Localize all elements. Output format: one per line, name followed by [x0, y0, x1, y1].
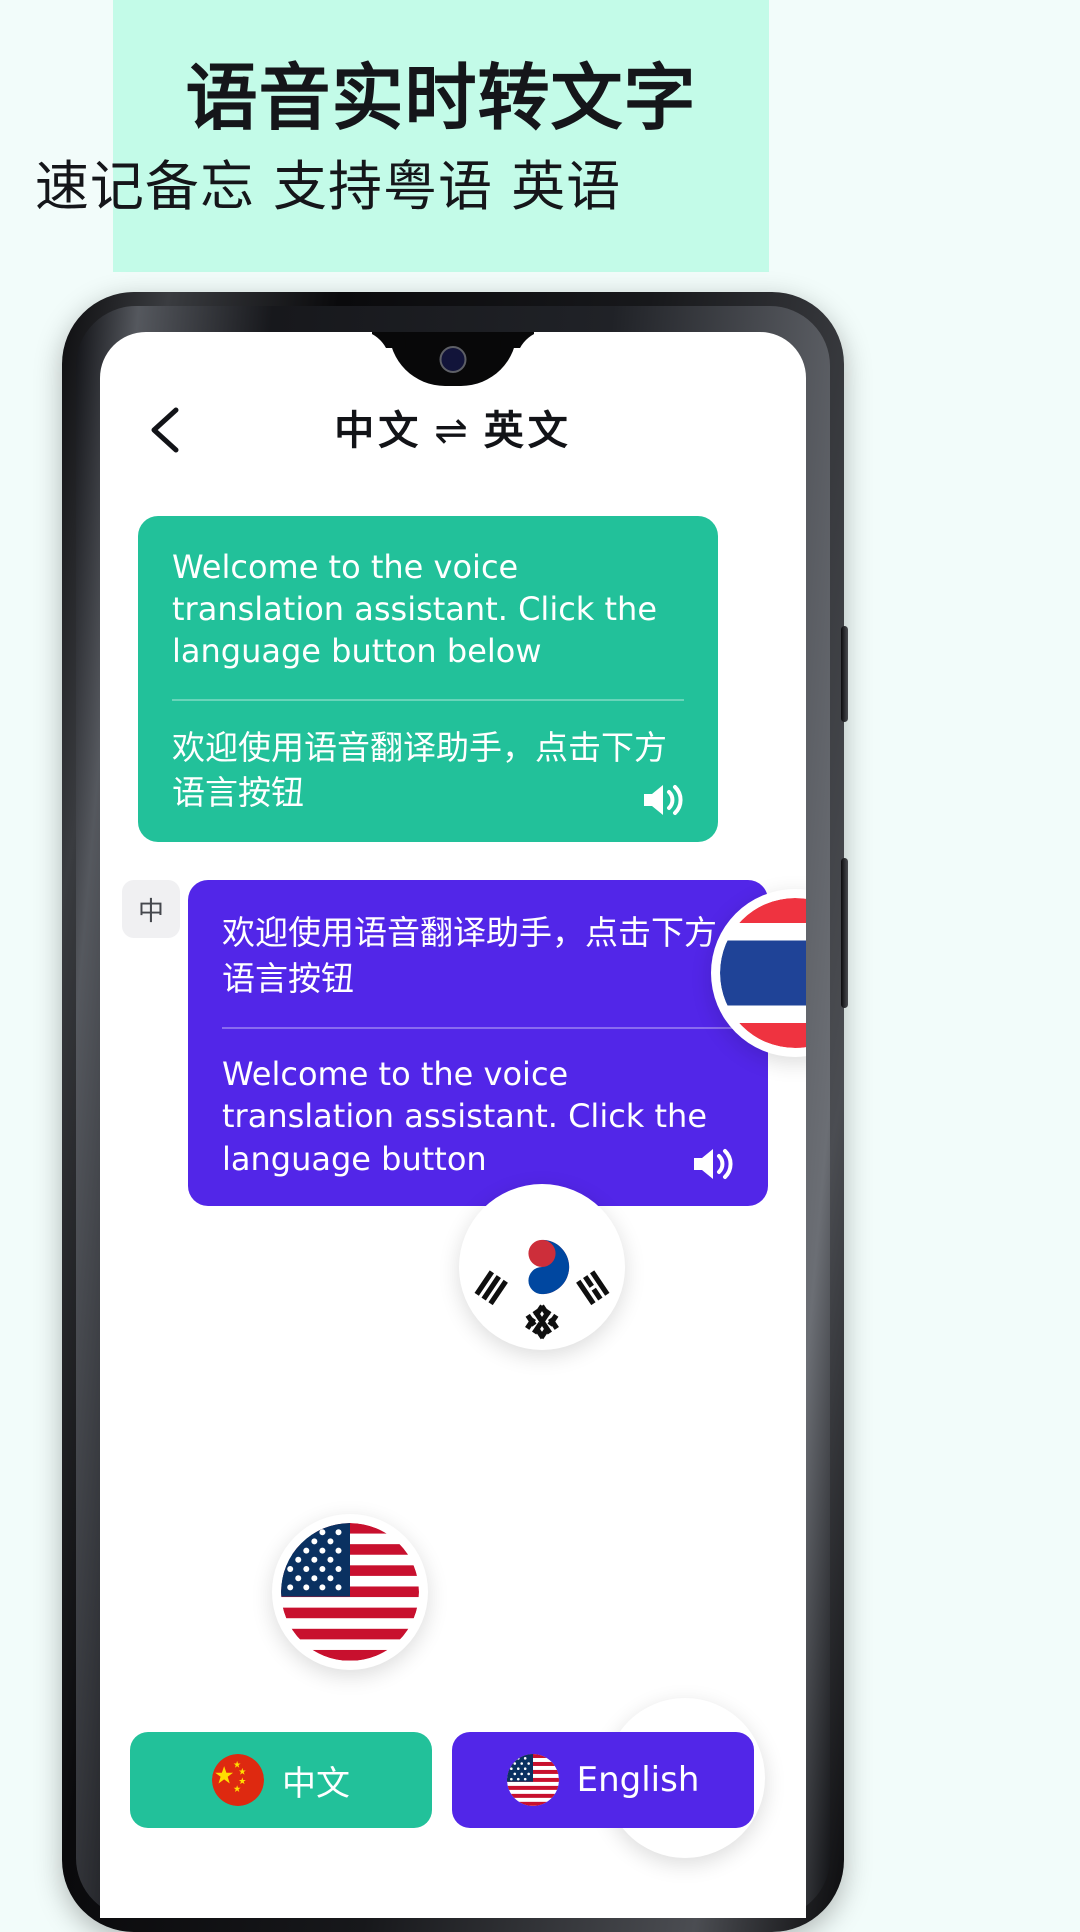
phone-screen: 中文 ⇌ 英文 Welcome to the voice translation a… [100, 332, 806, 1918]
promo-title: 语音实时转文字 [185, 56, 697, 140]
message-primary-text: Welcome to the voice translation assista… [172, 548, 658, 671]
united-states-flag-icon [281, 1523, 419, 1661]
message-divider [172, 698, 684, 701]
message-divider [222, 1027, 734, 1030]
language-button-english[interactable]: English [452, 1732, 754, 1828]
message-secondary-text: 欢迎使用语音翻译助手，点击下方语言按钮 [172, 727, 667, 813]
message-bubble-user[interactable]: 欢迎使用语音翻译助手，点击下方语言按钮 Welcome to the voice… [188, 880, 768, 1206]
united-states-flag-icon [506, 1754, 559, 1806]
thailand-flag-icon [720, 898, 806, 1048]
message-primary-text: 欢迎使用语音翻译助手，点击下方语言按钮 [222, 913, 717, 998]
china-flag-icon [212, 1754, 264, 1806]
promo-subtitle: 速记备忘 支持粤语 英语 [34, 155, 622, 218]
language-button-label: English [576, 1760, 700, 1800]
phone-mockup: 中文 ⇌ 英文 Welcome to the voice translation a… [62, 292, 848, 1932]
source-language-label[interactable]: 中文 [334, 408, 422, 454]
front-camera-icon [439, 346, 467, 373]
language-button-chinese[interactable]: 中文 [130, 1732, 432, 1828]
message-bubble-assistant[interactable]: Welcome to the voice translation assista… [138, 516, 718, 842]
south-korea-flag-bubble[interactable] [459, 1184, 625, 1350]
speaker-icon[interactable] [690, 1144, 734, 1184]
united-states-flag-bubble[interactable] [272, 1514, 428, 1670]
phone-bezel: 中文 ⇌ 英文 Welcome to the voice translation a… [76, 306, 830, 1918]
promo-banner: 语音实时转文字 [113, 0, 769, 272]
swap-languages-icon[interactable]: ⇌ [434, 408, 472, 454]
south-korea-flag-icon [468, 1193, 616, 1341]
language-button-bar: 中文 English [100, 1732, 806, 1828]
language-pair-selector[interactable]: 中文 ⇌ 英文 [100, 398, 806, 456]
app-navbar: 中文 ⇌ 英文 [100, 394, 806, 468]
language-button-label: 中文 [282, 1763, 350, 1804]
volume-button[interactable] [841, 858, 848, 1008]
target-language-label[interactable]: 英文 [484, 408, 572, 454]
power-button[interactable] [841, 626, 848, 722]
notch [389, 332, 517, 386]
speaker-icon[interactable] [640, 780, 684, 820]
message-secondary-text: Welcome to the voice translation assista… [222, 1055, 708, 1178]
avatar: 中 [122, 880, 180, 938]
